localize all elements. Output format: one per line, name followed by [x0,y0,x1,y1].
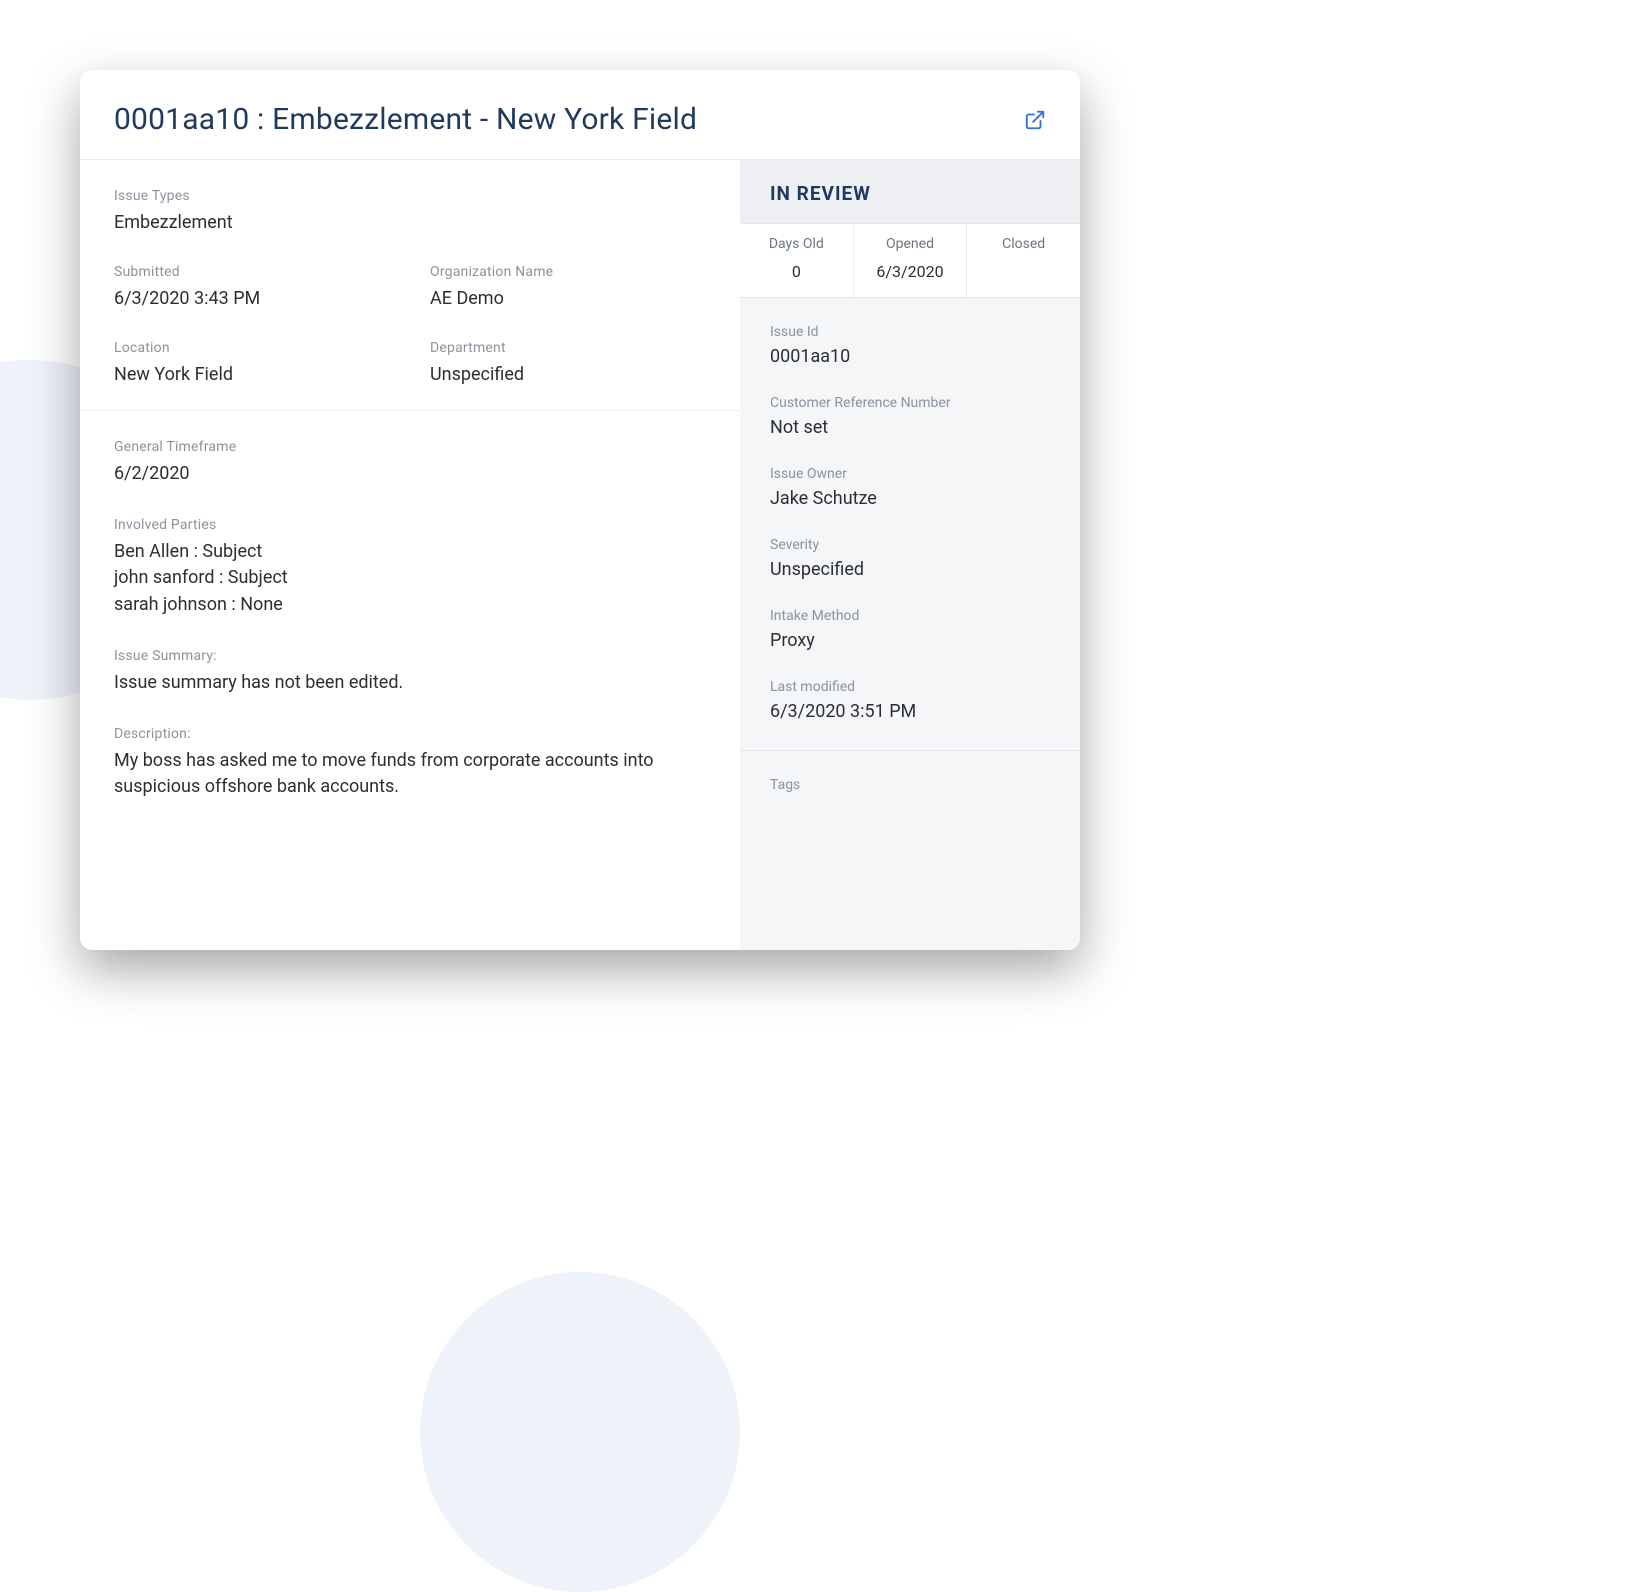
decorative-blob-bottom [420,1272,740,1592]
page-title: 0001aa10 : Embezzlement - New York Field [114,102,697,137]
intake-method-value: Proxy [770,630,1050,651]
stat-opened: Opened 6/3/2020 [854,224,968,297]
field-severity: Severity Unspecified [770,537,1050,580]
stat-days-old: Days Old 0 [740,224,854,297]
external-link-icon[interactable] [1024,109,1046,131]
field-description: Description: My boss has asked me to mov… [114,726,706,800]
location-label: Location [114,340,390,356]
stats-row: Days Old 0 Opened 6/3/2020 Closed [740,224,1080,298]
submitted-value: 6/3/2020 3:43 PM [114,286,390,312]
issue-types-label: Issue Types [114,188,706,204]
timeframe-label: General Timeframe [114,439,706,455]
right-column: IN REVIEW Days Old 0 Opened 6/3/2020 Clo… [740,160,1080,950]
involved-parties-label: Involved Parties [114,517,706,533]
field-last-modified: Last modified 6/3/2020 3:51 PM [770,679,1050,722]
involved-party-2: john sanford : Subject [114,565,706,591]
issue-summary-value: Issue summary has not been edited. [114,670,706,696]
field-customer-ref: Customer Reference Number Not set [770,395,1050,438]
org-name-label: Organization Name [430,264,706,280]
issue-owner-value: Jake Schutze [770,488,1050,509]
status-badge: IN REVIEW [740,160,1080,224]
opened-label: Opened [862,236,959,252]
field-department: Department Unspecified [430,340,706,388]
location-value: New York Field [114,362,390,388]
description-value: My boss has asked me to move funds from … [114,748,674,800]
left-column: Issue Types Embezzlement Submitted 6/3/2… [80,160,740,950]
card-header: 0001aa10 : Embezzlement - New York Field [80,70,1080,160]
involved-party-1: Ben Allen : Subject [114,539,706,565]
involved-party-3: sarah johnson : None [114,592,706,618]
org-name-value: AE Demo [430,286,706,312]
timeframe-value: 6/2/2020 [114,461,706,487]
field-tags: Tags [740,750,1080,839]
last-modified-value: 6/3/2020 3:51 PM [770,701,1050,722]
submitted-label: Submitted [114,264,390,280]
field-intake-method: Intake Method Proxy [770,608,1050,651]
opened-value: 6/3/2020 [862,262,959,281]
description-label: Description: [114,726,706,742]
field-submitted: Submitted 6/3/2020 3:43 PM [114,264,390,312]
field-involved-parties: Involved Parties Ben Allen : Subject joh… [114,517,706,617]
days-old-value: 0 [748,262,845,281]
customer-ref-label: Customer Reference Number [770,395,1050,411]
department-value: Unspecified [430,362,706,388]
section-details: General Timeframe 6/2/2020 Involved Part… [80,411,740,822]
severity-value: Unspecified [770,559,1050,580]
field-issue-types: Issue Types Embezzlement [114,188,706,236]
card-body: Issue Types Embezzlement Submitted 6/3/2… [80,160,1080,950]
field-org-name: Organization Name AE Demo [430,264,706,312]
field-issue-owner: Issue Owner Jake Schutze [770,466,1050,509]
severity-label: Severity [770,537,1050,553]
department-label: Department [430,340,706,356]
right-fields: Issue Id 0001aa10 Customer Reference Num… [740,298,1080,750]
issue-id-label: Issue Id [770,324,1050,340]
field-location: Location New York Field [114,340,390,388]
field-issue-summary: Issue Summary: Issue summary has not bee… [114,648,706,696]
field-timeframe: General Timeframe 6/2/2020 [114,439,706,487]
tags-label: Tags [770,777,1050,793]
stat-closed: Closed [967,224,1080,297]
last-modified-label: Last modified [770,679,1050,695]
section-basics: Issue Types Embezzlement Submitted 6/3/2… [80,160,740,411]
intake-method-label: Intake Method [770,608,1050,624]
issue-types-value: Embezzlement [114,210,706,236]
field-issue-id: Issue Id 0001aa10 [770,324,1050,367]
issue-owner-label: Issue Owner [770,466,1050,482]
issue-card: 0001aa10 : Embezzlement - New York Field… [80,70,1080,950]
closed-label: Closed [975,236,1072,252]
issue-summary-label: Issue Summary: [114,648,706,664]
days-old-label: Days Old [748,236,845,252]
issue-id-value: 0001aa10 [770,346,1050,367]
customer-ref-value: Not set [770,417,1050,438]
